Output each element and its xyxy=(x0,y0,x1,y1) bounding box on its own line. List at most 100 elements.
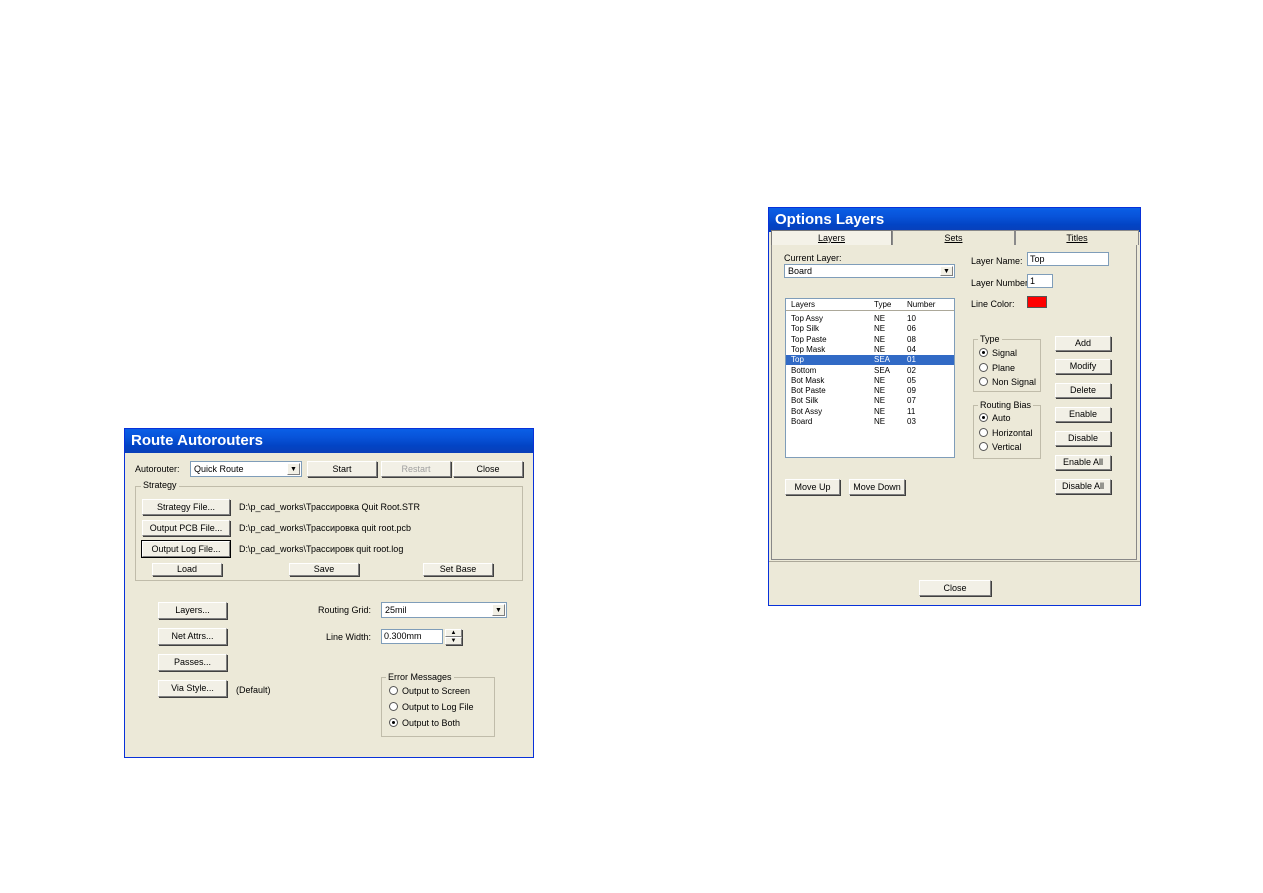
line-color-swatch[interactable] xyxy=(1027,296,1047,308)
radio-dot-icon[interactable] xyxy=(979,377,988,387)
line-width-spin-down[interactable]: ▼ xyxy=(445,637,462,645)
line-color-label: Line Color: xyxy=(971,299,1015,309)
save-button[interactable]: Save xyxy=(289,563,359,576)
via-style-button[interactable]: Via Style... xyxy=(158,680,227,697)
radio-dot-icon[interactable] xyxy=(979,427,988,437)
layer-row-type: NE xyxy=(874,344,886,354)
layer-name-value: Top xyxy=(1030,254,1045,264)
layer-row-number: 10 xyxy=(907,314,916,323)
layer-row-name: Board xyxy=(791,417,813,426)
move-down-button[interactable]: Move Down xyxy=(849,479,905,495)
chevron-down-icon[interactable]: ▼ xyxy=(940,266,953,276)
layers-list[interactable]: Layers Type Number Top Assy NE 10 Top Silk N… xyxy=(785,298,955,458)
tab-sets[interactable]: Sets xyxy=(892,230,1015,245)
move-up-button[interactable]: Move Up xyxy=(785,479,840,495)
error-option-radio[interactable]: Output to Log File xyxy=(389,702,474,712)
layer-list-row[interactable]: Top Mask NE 04 xyxy=(786,345,954,355)
set-base-button[interactable]: Set Base xyxy=(423,563,493,576)
layer-list-row[interactable]: Top Silk NE 06 xyxy=(786,324,954,334)
bias-option-label: Vertical xyxy=(992,442,1022,452)
type-option-label: Non Signal xyxy=(992,377,1037,387)
start-button[interactable]: Start xyxy=(307,461,377,477)
type-option-radio[interactable]: Plane xyxy=(979,363,1015,373)
layer-row-number: 01 xyxy=(907,355,916,365)
layer-list-row[interactable]: Bot Mask NE 05 xyxy=(786,376,954,386)
line-width-spin-up[interactable]: ▲ xyxy=(445,629,462,637)
disable-all-button[interactable]: Disable All xyxy=(1055,479,1111,494)
current-layer-label: Current Layer: xyxy=(784,253,842,263)
bias-option-radio[interactable]: Vertical xyxy=(979,442,1022,452)
disable-button[interactable]: Disable xyxy=(1055,431,1111,446)
layer-list-row[interactable]: Board NE 03 xyxy=(786,417,954,427)
layer-list-row[interactable]: Bot Silk NE 07 xyxy=(786,396,954,406)
restart-button[interactable]: Restart xyxy=(381,461,451,477)
layer-row-type: NE xyxy=(874,386,886,396)
routing-bias-label: Routing Bias xyxy=(978,400,1034,410)
layer-row-number: 07 xyxy=(907,396,916,406)
tab-layers[interactable]: Layers xyxy=(771,230,892,245)
autorouter-select[interactable]: Quick Route ▼ xyxy=(190,461,302,477)
layer-row-name: Top Assy xyxy=(791,314,824,323)
layer-name-input[interactable]: Top xyxy=(1027,252,1109,266)
add-button[interactable]: Add xyxy=(1055,336,1111,351)
type-option-radio[interactable]: Non Signal xyxy=(979,377,1036,387)
enable-all-button[interactable]: Enable All xyxy=(1055,455,1111,470)
layer-list-row[interactable]: Top SEA 01 xyxy=(786,355,954,366)
layers-list-header: Layers Type Number xyxy=(786,299,954,311)
col-number[interactable]: Number xyxy=(907,299,935,310)
tab-titles[interactable]: Titles xyxy=(1015,230,1139,245)
layer-list-row[interactable]: Bottom SEA 02 xyxy=(786,366,954,376)
type-option-label: Signal xyxy=(992,348,1018,358)
layer-row-number: 06 xyxy=(907,324,916,334)
modify-button[interactable]: Modify xyxy=(1055,359,1111,374)
layer-row-type: NE xyxy=(874,406,886,416)
strategy-file-button[interactable]: Strategy File... xyxy=(142,499,230,515)
chevron-down-icon[interactable]: ▼ xyxy=(287,463,300,475)
col-layers[interactable]: Layers xyxy=(791,299,815,310)
layer-list-row[interactable]: Top Paste NE 08 xyxy=(786,335,954,345)
output-log-button[interactable]: Output Log File... xyxy=(141,540,231,558)
type-option-label: Plane xyxy=(992,362,1016,373)
radio-dot-icon[interactable] xyxy=(979,348,988,358)
passes-button[interactable]: Passes... xyxy=(158,654,227,671)
col-type[interactable]: Type xyxy=(874,299,891,310)
layer-row-name: Top Mask xyxy=(791,344,826,354)
layer-name-label: Layer Name: xyxy=(971,256,1023,266)
autorouter-select-value: Quick Route xyxy=(194,464,244,474)
error-option-radio[interactable]: Output to Screen xyxy=(389,686,470,696)
radio-dot-icon[interactable] xyxy=(389,718,398,728)
enable-button[interactable]: Enable xyxy=(1055,407,1111,422)
output-pcb-button[interactable]: Output PCB File... xyxy=(142,520,230,536)
type-option-radio[interactable]: Signal xyxy=(979,348,1017,358)
layer-list-row[interactable]: Top Assy NE 10 xyxy=(786,314,954,324)
layer-row-type: SEA xyxy=(874,355,891,365)
delete-button[interactable]: Delete xyxy=(1055,383,1111,398)
chevron-down-icon[interactable]: ▼ xyxy=(492,604,505,616)
current-layer-select[interactable]: Board ▼ xyxy=(784,264,955,278)
layer-row-name: Bottom xyxy=(791,365,817,375)
current-layer-value: Board xyxy=(788,266,813,276)
strategy-label: Strategy xyxy=(141,480,179,490)
radio-dot-icon[interactable] xyxy=(389,702,398,712)
layer-number-input[interactable]: 1 xyxy=(1027,274,1053,288)
radio-dot-icon[interactable] xyxy=(389,686,398,696)
bias-option-radio[interactable]: Auto xyxy=(979,413,1011,423)
line-width-input[interactable]: 0.300mm xyxy=(381,629,443,644)
radio-dot-icon[interactable] xyxy=(979,362,988,372)
bias-option-radio[interactable]: Horizontal xyxy=(979,428,1033,438)
error-messages-label: Error Messages xyxy=(386,672,454,682)
type-label: Type xyxy=(978,334,1002,344)
routing-grid-select[interactable]: 25mil ▼ xyxy=(381,602,507,618)
load-button[interactable]: Load xyxy=(152,563,222,576)
error-option-label: Output to Both xyxy=(402,718,461,728)
layers-button[interactable]: Layers... xyxy=(158,602,227,619)
layer-row-name: Top Paste xyxy=(791,334,827,344)
close-button[interactable]: Close xyxy=(919,580,991,596)
layer-list-row[interactable]: Bot Assy NE 11 xyxy=(786,407,954,417)
radio-dot-icon[interactable] xyxy=(979,442,988,452)
radio-dot-icon[interactable] xyxy=(979,413,988,423)
close-button[interactable]: Close xyxy=(453,461,523,477)
net-attrs-button[interactable]: Net Attrs... xyxy=(158,628,227,645)
error-option-radio[interactable]: Output to Both xyxy=(389,718,460,728)
layer-list-row[interactable]: Bot Paste NE 09 xyxy=(786,386,954,396)
